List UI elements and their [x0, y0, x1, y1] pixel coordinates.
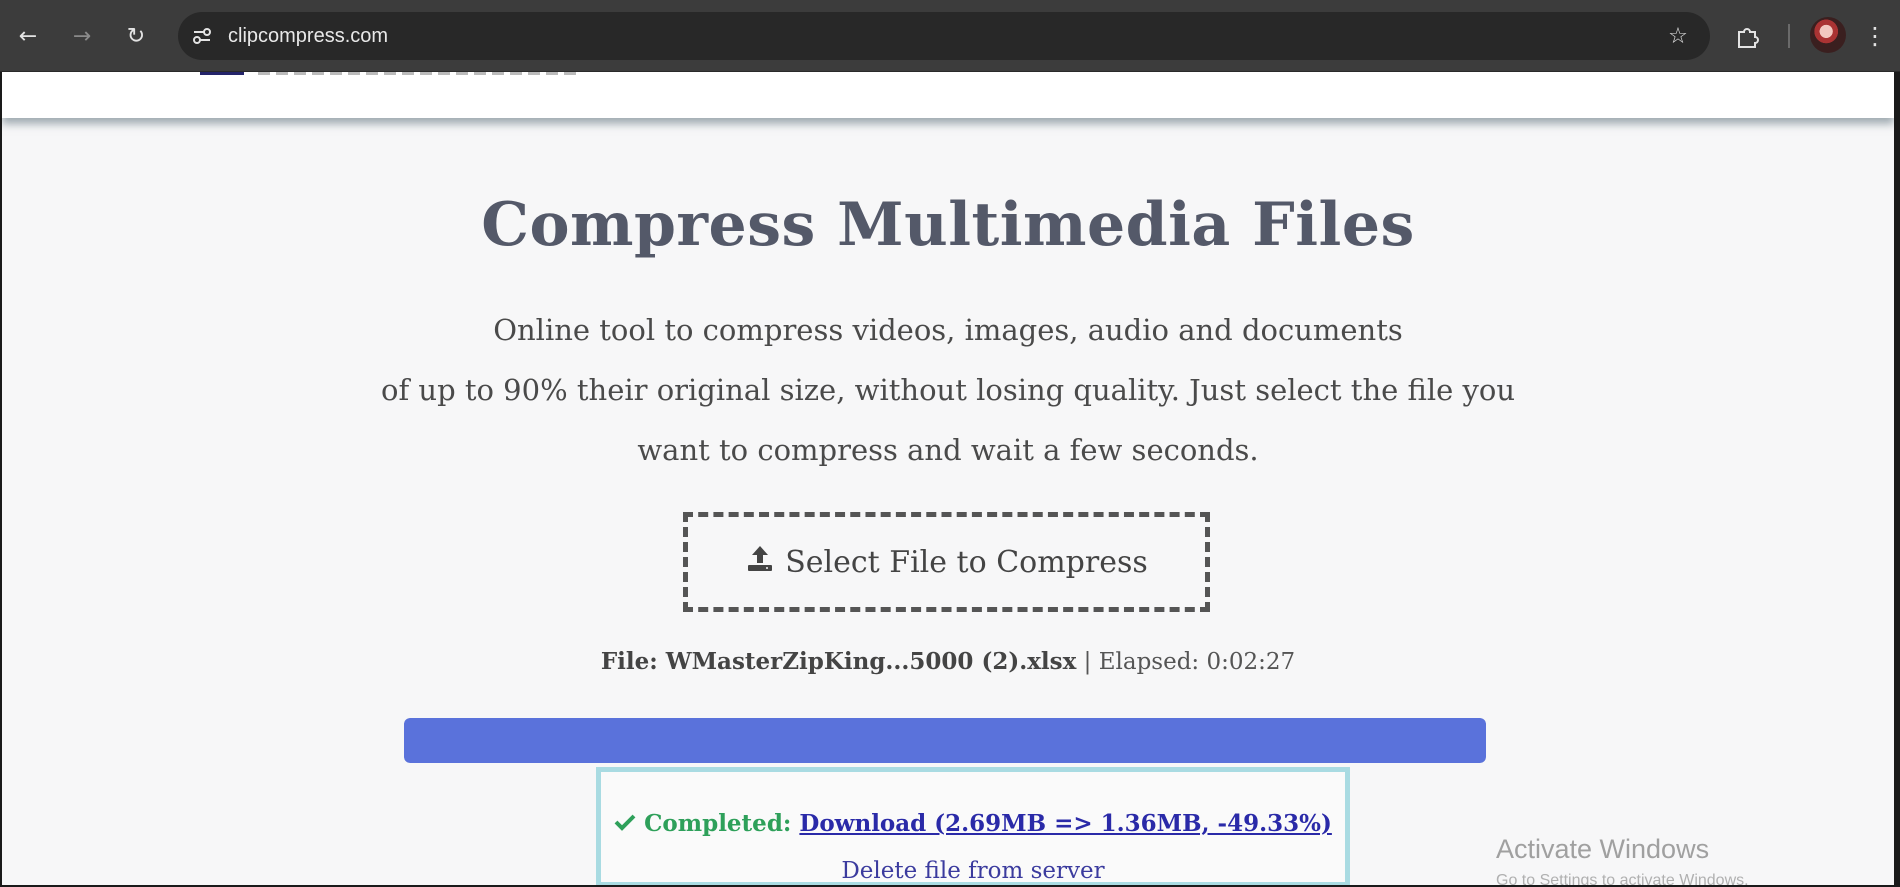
kebab-menu-icon[interactable]: ⋮	[1860, 18, 1890, 54]
elapsed-time: | Elapsed: 0:02:27	[1083, 649, 1296, 675]
extensions-icon[interactable]	[1730, 18, 1766, 54]
site-logo[interactable]	[200, 72, 244, 75]
progress-bar	[404, 718, 1486, 763]
forward-icon[interactable]: →	[64, 18, 100, 54]
upload-icon	[745, 543, 775, 581]
result-panel: Completed: Download (2.69MB => 1.36MB, -…	[596, 767, 1350, 885]
download-link[interactable]: Download (2.69MB => 1.36MB, -49.33%)	[799, 810, 1331, 837]
delete-file-link[interactable]: Delete file from server	[601, 858, 1345, 884]
page-content: Compress Multimedia Files Online tool to…	[2, 72, 1894, 885]
page-description: Online tool to compress videos, images, …	[302, 300, 1594, 480]
reload-icon[interactable]: ↻	[118, 18, 154, 54]
back-icon[interactable]: ←	[10, 18, 46, 54]
description-line: want to compress and wait a few seconds.	[637, 433, 1259, 467]
file-name: File: WMasterZipKing...5000 (2).xlsx	[600, 648, 1077, 675]
description-line: of up to 90% their original size, withou…	[380, 373, 1516, 407]
activate-windows-subtitle: Go to Settings to activate Windows.	[1496, 872, 1749, 885]
profile-avatar[interactable]	[1810, 17, 1846, 53]
file-status: File: WMasterZipKing...5000 (2).xlsx | E…	[2, 648, 1894, 675]
url-text[interactable]: clipcompress.com	[228, 25, 388, 48]
site-logo-text	[258, 72, 578, 75]
completed-label: Completed:	[644, 810, 792, 837]
select-file-button[interactable]: Select File to Compress	[683, 512, 1210, 612]
activate-windows-title: Activate Windows	[1496, 834, 1710, 864]
result-line: Completed: Download (2.69MB => 1.36MB, -…	[601, 810, 1345, 837]
description-line: Online tool to compress videos, images, …	[493, 313, 1403, 347]
progress-fill	[404, 718, 1486, 763]
bookmark-star-icon[interactable]: ☆	[1660, 18, 1696, 54]
site-info-icon[interactable]	[184, 18, 220, 54]
select-file-label: Select File to Compress	[785, 544, 1148, 580]
address-bar[interactable]: clipcompress.com ☆	[178, 12, 1710, 60]
toolbar-divider	[1788, 24, 1790, 48]
site-header	[2, 72, 1894, 118]
browser-toolbar: ← → ↻ clipcompress.com ☆ ⋮	[0, 0, 1900, 72]
check-icon	[614, 810, 636, 837]
page-title: Compress Multimedia Files	[481, 190, 1415, 260]
